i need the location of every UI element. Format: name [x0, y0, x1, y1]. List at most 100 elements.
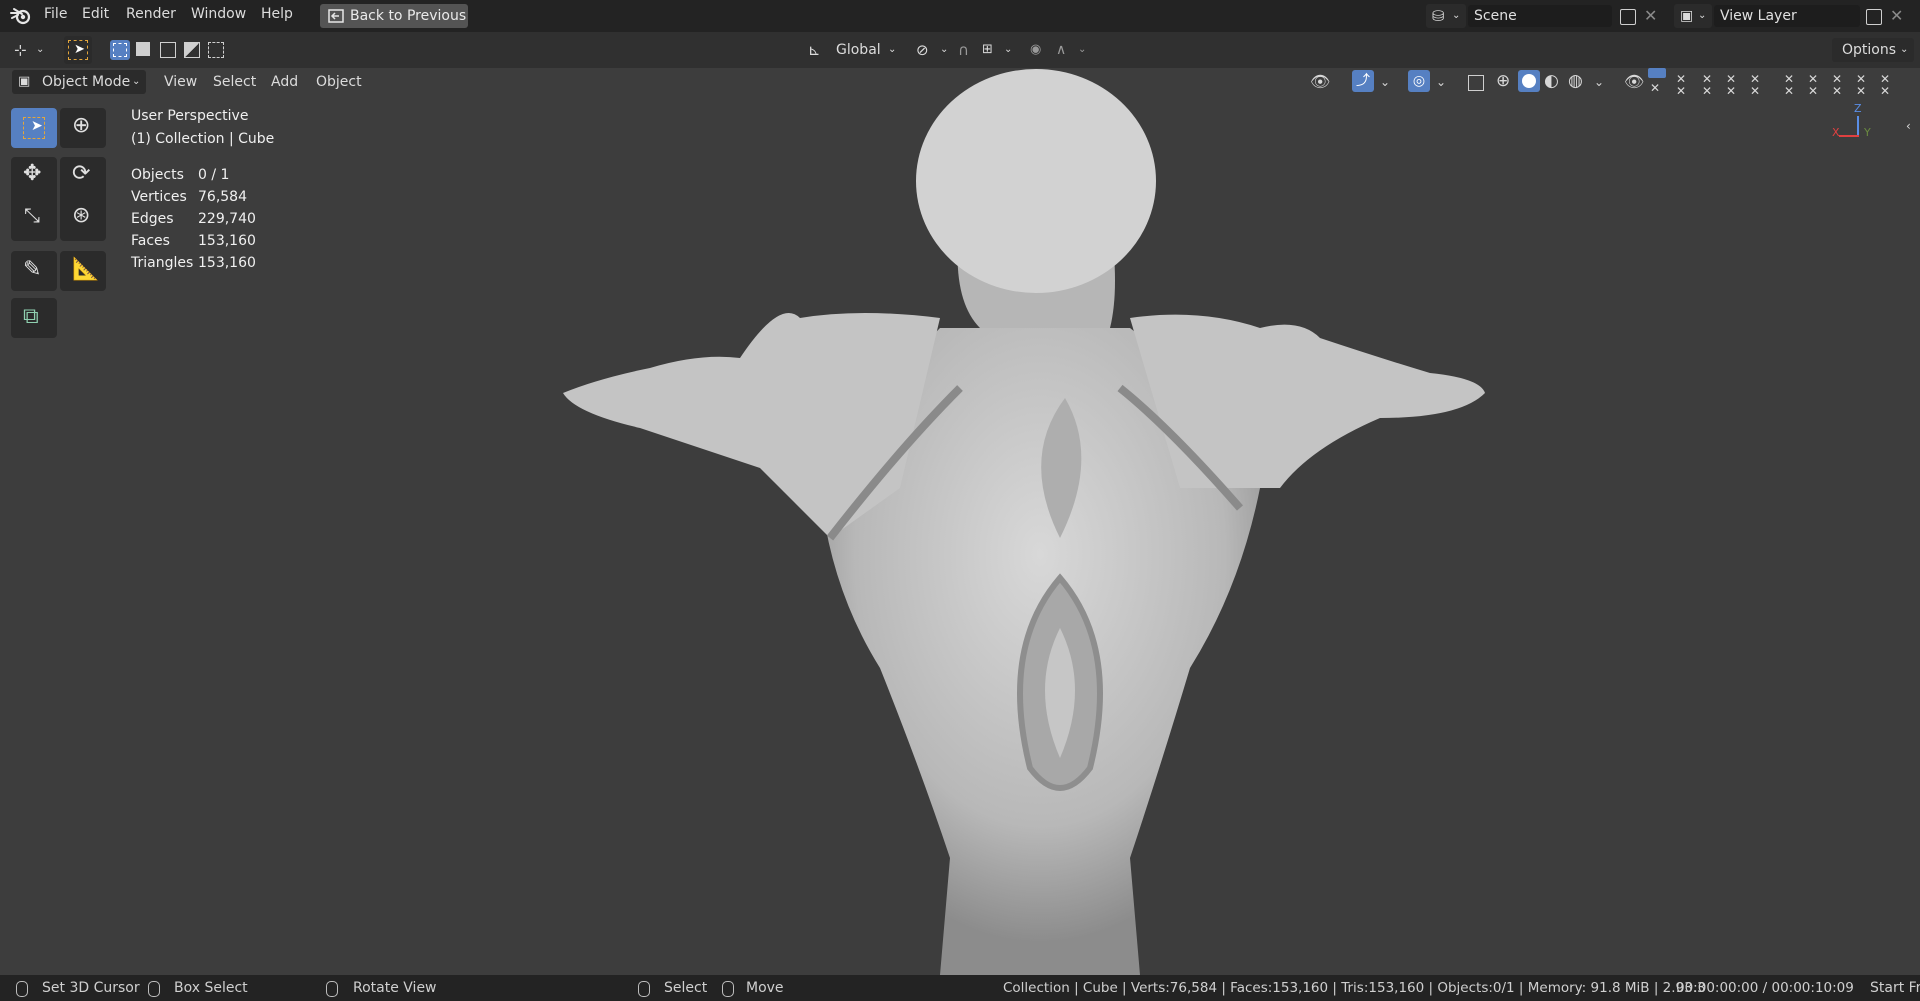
chevron-down-icon: ⌄	[888, 44, 897, 55]
status-select: Select	[664, 980, 708, 996]
gizmo-x-label: X	[1832, 126, 1840, 139]
menu-edit[interactable]: Edit	[82, 6, 109, 22]
close-icon[interactable]: ✕	[1784, 81, 1794, 101]
close-icon[interactable]: ✕	[1676, 81, 1686, 101]
chevron-down-icon: ⌄	[1900, 44, 1909, 55]
stat-row: Faces 153,160	[131, 233, 256, 249]
xray-icon[interactable]	[1468, 75, 1484, 91]
stat-value: 153,160	[198, 255, 256, 271]
gizmo-x-axis	[1839, 135, 1859, 137]
view-perspective-label: User Perspective	[131, 108, 249, 124]
chevron-down-icon[interactable]: ⌄	[1594, 72, 1604, 92]
mode-subtract-icon[interactable]	[160, 42, 176, 58]
proportional-editing-group[interactable]: ◉ ∧ ⌄	[1024, 38, 1090, 62]
annotate-tool[interactable]: ✎	[11, 251, 57, 291]
blender-logo-icon[interactable]	[10, 7, 32, 25]
scale-icon[interactable]: ⤡	[24, 203, 40, 227]
minus-toggle-icon[interactable]	[1648, 68, 1666, 78]
mode-set-icon[interactable]	[110, 40, 130, 60]
mode-extend-icon[interactable]	[136, 42, 150, 56]
close-icon[interactable]: ✕	[1880, 81, 1890, 101]
menu-view[interactable]: View	[164, 70, 197, 94]
mode-intersect-icon[interactable]	[208, 42, 224, 58]
wireframe-shading-icon[interactable]: ⊕	[1496, 71, 1510, 91]
close-icon[interactable]: ✕	[1890, 6, 1903, 26]
viewport-3d[interactable]: ▣ Object Mode ⌄ View Select Add Object 👁…	[0, 68, 1920, 975]
options-dropdown[interactable]: Options ⌄	[1832, 38, 1914, 62]
back-icon	[328, 9, 344, 23]
overlays-toggle-icon[interactable]: ◎	[1408, 70, 1430, 92]
menu-window[interactable]: Window	[191, 6, 246, 22]
solid-shading-icon[interactable]	[1518, 70, 1540, 92]
visibility-icon[interactable]: 👁	[1310, 72, 1330, 92]
material-shading-icon[interactable]: ◐	[1544, 71, 1559, 91]
mouse-left-icon	[638, 981, 650, 997]
close-icon[interactable]: ✕	[1702, 81, 1712, 101]
editor-type-button[interactable]: ⊹ ⌄	[10, 38, 50, 62]
selection-mode-group	[110, 38, 230, 62]
close-icon[interactable]: ✕	[1808, 81, 1818, 101]
snapping-group[interactable]: ∩ ⊞ ⌄	[952, 38, 1018, 62]
menu-render[interactable]: Render	[126, 6, 176, 22]
close-icon[interactable]: ✕	[1856, 81, 1866, 101]
chevron-down-icon[interactable]: ⌄	[1380, 72, 1390, 92]
chevron-down-icon: ⌄	[1078, 44, 1087, 55]
pivot-icon: ⊘	[916, 41, 929, 59]
top-bar: File Edit Render Window Help Back to Pre…	[0, 0, 1920, 32]
measure-tool[interactable]: 📐	[60, 251, 106, 291]
menu-help[interactable]: Help	[261, 6, 293, 22]
ruler-icon: 📐	[72, 257, 100, 282]
gizmo-toggle-icon[interactable]: ⤴	[1352, 70, 1374, 92]
stat-value: 153,160	[198, 233, 256, 249]
active-tool-button[interactable]: ➤	[64, 36, 92, 64]
scene-name: Scene	[1474, 8, 1517, 24]
view-layer-name-field[interactable]: View Layer	[1714, 5, 1860, 27]
move-icon[interactable]: ✥	[23, 161, 41, 186]
status-time: 00:00:00:00 / 00:00:10:09	[1676, 980, 1854, 996]
sidebar-toggle-icon[interactable]: ‹	[1906, 116, 1911, 136]
close-icon[interactable]: ✕	[1644, 6, 1657, 26]
object-mode-dropdown[interactable]: ▣ Object Mode ⌄	[12, 70, 146, 94]
transform-icon[interactable]: ⊛	[72, 203, 90, 228]
orientation-label: Global	[836, 42, 881, 58]
close-icon[interactable]: ✕	[1726, 81, 1736, 101]
navigation-gizmo[interactable]: Z X Y	[1826, 102, 1874, 156]
back-button-label: Back to Previous	[350, 8, 467, 24]
select-box-tool[interactable]: ➤	[11, 108, 57, 148]
chevron-down-icon: ⌄	[1004, 44, 1013, 55]
mode-invert-icon[interactable]	[184, 42, 200, 58]
chevron-down-icon[interactable]: ⌄	[1436, 72, 1446, 92]
rendered-shading-icon[interactable]: ◍	[1568, 71, 1583, 91]
close-icon[interactable]: ✕	[1832, 81, 1842, 101]
mouse-middle-icon	[326, 981, 338, 997]
gizmo-z-label: Z	[1854, 102, 1862, 115]
pivot-point-dropdown[interactable]: ⊘ ⌄	[912, 38, 956, 62]
scene-name-field[interactable]: Scene	[1468, 5, 1612, 27]
object-mode-icon: ▣	[18, 74, 31, 89]
transform-orientation-dropdown[interactable]: ⊾ Global ⌄	[806, 38, 902, 62]
mouse-drag-icon	[722, 981, 734, 997]
menu-file[interactable]: File	[44, 6, 67, 22]
close-icon[interactable]: ✕	[1750, 81, 1760, 101]
add-cube-icon: ⧉	[23, 304, 39, 329]
close-icon[interactable]: ✕	[1650, 78, 1660, 98]
scene-browse-button[interactable]: ⛁ ⌄	[1426, 4, 1466, 28]
new-view-layer-icon[interactable]	[1866, 9, 1882, 25]
crosshair-icon: ⊕	[72, 113, 91, 138]
menu-object[interactable]: Object	[316, 70, 362, 94]
cursor-tool[interactable]: ⊕	[60, 108, 106, 148]
stat-label: Edges	[131, 211, 174, 227]
menu-add[interactable]: Add	[271, 70, 298, 94]
magnet-icon: ∩	[958, 41, 969, 59]
menu-select[interactable]: Select	[213, 70, 256, 94]
new-scene-icon[interactable]	[1620, 9, 1636, 25]
rotate-icon[interactable]: ⟳	[72, 161, 90, 186]
rotate-transform-tools: ⟳ ⊛	[60, 157, 106, 241]
chevron-down-icon: ⌄	[940, 44, 949, 55]
view-layer-browse-button[interactable]: ▣ ⌄	[1674, 4, 1712, 28]
stat-row: Triangles 153,160	[131, 255, 256, 271]
chevron-down-icon: ⌄	[1698, 10, 1707, 21]
eye-icon[interactable]: 👁	[1624, 72, 1644, 92]
back-to-previous-button[interactable]: Back to Previous	[320, 4, 468, 28]
add-cube-tool[interactable]: ⧉	[11, 298, 57, 338]
